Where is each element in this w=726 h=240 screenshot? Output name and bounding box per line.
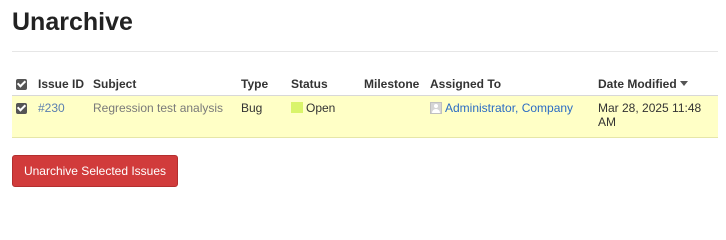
header-milestone[interactable]: Milestone bbox=[360, 73, 426, 96]
issue-subject-link[interactable]: Regression test analysis bbox=[93, 101, 223, 115]
title-divider bbox=[12, 51, 718, 52]
issues-table: Issue ID Subject Type Status Milestone A… bbox=[12, 73, 718, 138]
header-subject[interactable]: Subject bbox=[89, 73, 237, 96]
header-date-modified-label: Date Modified bbox=[598, 77, 677, 91]
header-status[interactable]: Status bbox=[287, 73, 360, 96]
assigned-to-cell: Administrator, Company bbox=[426, 95, 594, 138]
date-modified-cell: Mar 28, 2025 11:48 AM bbox=[594, 95, 718, 138]
sort-down-arrow-icon bbox=[679, 81, 688, 86]
table-header-row: Issue ID Subject Type Status Milestone A… bbox=[12, 73, 718, 96]
issue-id-cell: #230 bbox=[34, 95, 89, 138]
select-all-cell bbox=[12, 73, 34, 96]
issue-id-link[interactable]: #230 bbox=[38, 101, 65, 115]
row-checkbox[interactable] bbox=[16, 103, 27, 115]
header-date-modified[interactable]: Date Modified bbox=[594, 73, 718, 96]
subject-cell: Regression test analysis bbox=[89, 95, 237, 138]
row-checkbox-cell bbox=[12, 95, 34, 138]
status-cell: Open bbox=[287, 95, 360, 138]
table-row: #230 Regression test analysis Bug Open A… bbox=[12, 95, 718, 138]
status-color-swatch bbox=[291, 102, 303, 113]
assignee-link[interactable]: Administrator, Company bbox=[445, 101, 573, 115]
milestone-cell bbox=[360, 95, 426, 138]
header-type[interactable]: Type bbox=[237, 73, 287, 96]
status-label: Open bbox=[306, 101, 336, 115]
select-all-checkbox[interactable] bbox=[16, 79, 27, 91]
unarchive-selected-button[interactable]: Unarchive Selected Issues bbox=[12, 155, 178, 187]
header-issue-id[interactable]: Issue ID bbox=[34, 73, 89, 96]
page-title: Unarchive bbox=[12, 8, 133, 36]
user-avatar-icon bbox=[430, 102, 442, 114]
header-assigned-to[interactable]: Assigned To bbox=[426, 73, 594, 96]
type-cell: Bug bbox=[237, 95, 287, 138]
